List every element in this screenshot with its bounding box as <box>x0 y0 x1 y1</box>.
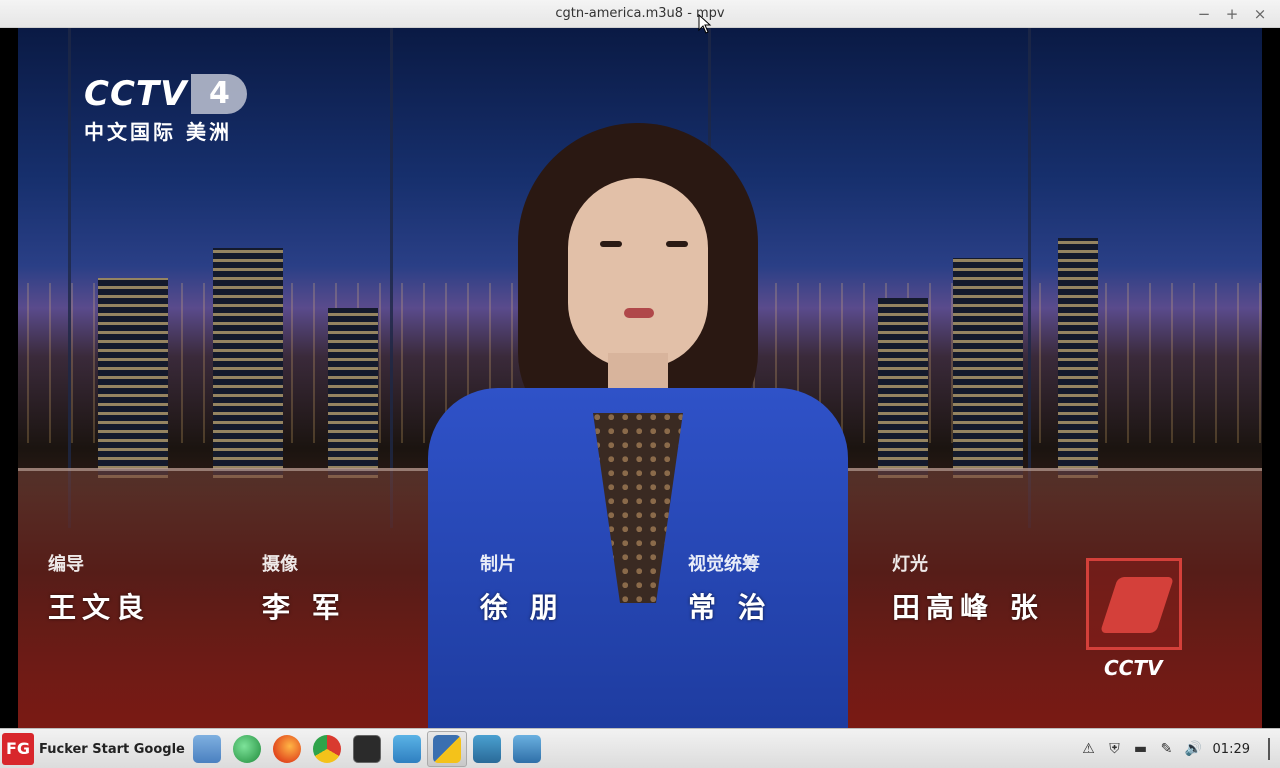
close-button[interactable]: × <box>1246 0 1274 28</box>
channel-logo-subtitle: 中文国际 美洲 <box>84 120 232 144</box>
credit-block: 制片 徐 朋 <box>480 550 564 626</box>
chrome-launcher[interactable] <box>307 731 347 767</box>
credit-name: 李 军 <box>262 591 346 624</box>
studio-pillar <box>390 28 393 528</box>
credit-role: 摄像 <box>262 554 298 575</box>
minimize-button[interactable]: − <box>1190 0 1218 28</box>
building <box>1058 238 1098 478</box>
credit-block: 视觉统筹 常 治 <box>688 550 772 626</box>
credit-name: 田高峰 张 <box>892 591 1044 624</box>
volume-icon[interactable]: 🔊 <box>1185 741 1202 757</box>
credit-name: 常 治 <box>688 591 772 624</box>
credit-block: 编导 王文良 <box>48 550 150 626</box>
terminal-icon <box>353 735 381 763</box>
credit-block: 摄像 李 军 <box>262 550 346 626</box>
credit-role: 制片 <box>480 554 516 575</box>
building <box>213 248 283 478</box>
start-label: Fucker Start Google <box>39 741 185 757</box>
notification-icon[interactable]: ⚠ <box>1081 741 1097 757</box>
anchor-mouth <box>624 308 654 318</box>
show-desktop-button[interactable] <box>1268 738 1270 760</box>
edge-dev-launcher[interactable] <box>227 731 267 767</box>
anchor-eye <box>666 241 688 247</box>
mouse-cursor-icon <box>698 14 712 34</box>
credit-role: 视觉统筹 <box>688 554 760 575</box>
credit-role: 编导 <box>48 554 84 575</box>
building <box>953 258 1023 478</box>
anchor-face <box>568 178 708 368</box>
credit-role: 灯光 <box>892 554 928 575</box>
studio-pillar <box>1028 28 1031 528</box>
corner-logo-badge <box>1086 558 1182 650</box>
edge-dev-icon <box>233 735 261 763</box>
video-area[interactable]: CCTV 4 中文国际 美洲 编导 王文良 摄像 李 军 制片 徐 朋 视觉统筹 … <box>0 28 1280 728</box>
window-titlebar[interactable]: cgtn-america.m3u8 - mpv − + × <box>0 0 1280 28</box>
anchor-eye <box>600 241 622 247</box>
start-icon: FG <box>2 733 34 765</box>
python-icon <box>433 735 461 763</box>
firefox-launcher[interactable] <box>267 731 307 767</box>
display-icon[interactable]: ▬ <box>1133 741 1149 757</box>
firefox-icon <box>273 735 301 763</box>
tool-icon <box>513 735 541 763</box>
clock[interactable]: 01:29 <box>1213 742 1250 757</box>
maximize-button[interactable]: + <box>1218 0 1246 28</box>
studio-pillar <box>68 28 71 528</box>
snowflake-icon <box>393 735 421 763</box>
taskbar: FG Fucker Start Google ⚠ ⛨ ▬ ✎ 🔊 01:29 <box>0 728 1280 768</box>
video-frame: CCTV 4 中文国际 美洲 编导 王文良 摄像 李 军 制片 徐 朋 视觉统筹 … <box>18 28 1262 728</box>
news-anchor <box>428 123 848 728</box>
window-title: cgtn-america.m3u8 - mpv <box>555 6 725 21</box>
file-manager-icon <box>193 735 221 763</box>
system-tray: ⚠ ⛨ ▬ ✎ 🔊 01:29 <box>1081 729 1270 768</box>
cctv-mark-icon <box>1099 577 1175 633</box>
channel-logo: CCTV 4 中文国际 美洲 <box>84 74 248 145</box>
credit-name: 徐 朋 <box>480 591 564 624</box>
building <box>328 308 378 478</box>
channel-logo-brand: CCTV <box>84 74 188 114</box>
system-monitor-icon <box>473 735 501 763</box>
system-monitor-launcher[interactable] <box>467 731 507 767</box>
snowflake-launcher[interactable] <box>387 731 427 767</box>
file-manager-launcher[interactable] <box>187 731 227 767</box>
taskbar-apps <box>187 731 547 767</box>
building <box>878 298 928 478</box>
chrome-icon <box>313 735 341 763</box>
terminal-launcher[interactable] <box>347 731 387 767</box>
credit-name: 王文良 <box>48 591 151 624</box>
start-button[interactable]: FG Fucker Start Google <box>2 731 185 767</box>
credit-block: 灯光 田高峰 张 <box>892 550 1044 626</box>
python-launcher[interactable] <box>427 731 467 767</box>
building <box>98 278 168 478</box>
window-controls: − + × <box>1190 0 1274 28</box>
channel-logo-number: 4 <box>191 74 248 114</box>
shield-icon[interactable]: ⛨ <box>1107 741 1123 757</box>
pen-icon[interactable]: ✎ <box>1159 741 1175 757</box>
corner-logo-text: CCTV <box>1104 656 1163 680</box>
tool-launcher[interactable] <box>507 731 547 767</box>
